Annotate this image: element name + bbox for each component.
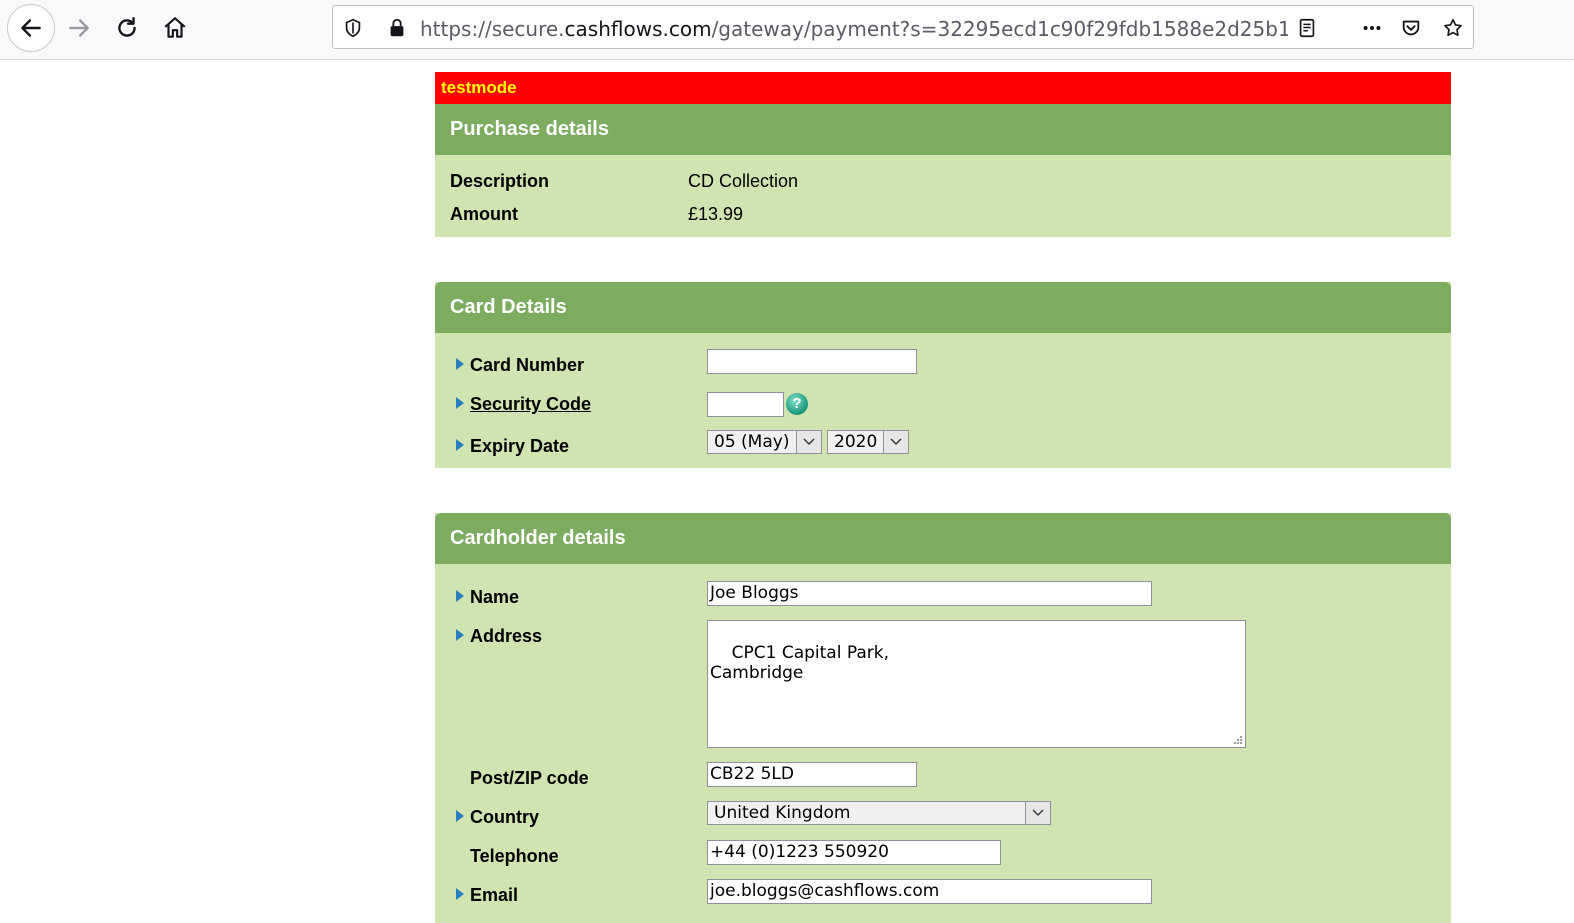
postcode-input[interactable]: CB22 5LD — [707, 762, 917, 787]
home-icon — [164, 17, 186, 38]
country-label: Country — [470, 807, 539, 827]
more-actions-icon[interactable] — [1357, 16, 1387, 40]
bookmark-star-icon[interactable] — [1441, 16, 1465, 40]
chevron-down-icon — [796, 431, 821, 453]
card-details-title: Card Details — [435, 282, 1451, 333]
reader-view-icon[interactable] — [1295, 16, 1319, 40]
pocket-icon[interactable] — [1399, 16, 1423, 40]
chevron-down-icon — [1025, 802, 1050, 824]
card-details-panel: Card Details Card Number Security Code ?… — [435, 282, 1451, 468]
url-prefix: https://secure. — [420, 17, 565, 41]
email-input[interactable]: joe.bloggs@cashflows.com — [707, 879, 1152, 904]
description-label: Description — [450, 171, 550, 191]
card-number-label: Card Number — [470, 355, 585, 375]
bullet-arrow-icon — [456, 810, 464, 822]
address-value: CPC1 Capital Park, Cambridge — [710, 643, 889, 683]
url-host: cashflows.com — [564, 17, 712, 41]
purchase-details-panel: Purchase details Description CD Collecti… — [435, 104, 1451, 237]
bullet-arrow-icon — [456, 888, 464, 900]
forward-button[interactable] — [57, 6, 101, 50]
country-select[interactable]: United Kingdom — [707, 801, 1051, 825]
amount-label: Amount — [450, 204, 518, 224]
security-code-link[interactable]: Security Code — [470, 394, 591, 415]
cardholder-details-title: Cardholder details — [435, 513, 1451, 564]
bullet-arrow-icon — [456, 397, 464, 409]
resize-grip-icon[interactable] — [1232, 734, 1242, 744]
purchase-details-title: Purchase details — [435, 104, 1451, 155]
expiry-month-value: 05 (May) — [714, 432, 790, 452]
bullet-arrow-icon — [456, 358, 464, 370]
cardholder-details-panel: Cardholder details Name Joe Bloggs Addre… — [435, 513, 1451, 923]
arrow-right-icon — [69, 19, 89, 37]
chevron-down-icon — [883, 431, 908, 453]
back-button[interactable] — [7, 4, 55, 52]
expiry-year-select[interactable]: 2020 — [827, 430, 909, 454]
description-value: CD Collection — [688, 171, 799, 191]
bullet-arrow-icon — [456, 629, 464, 641]
home-button[interactable] — [153, 6, 197, 50]
browser-toolbar: https://secure.cashflows.com/gateway/pay… — [0, 0, 1574, 60]
telephone-input[interactable]: +44 (0)1223 550920 — [707, 840, 1001, 865]
expiry-year-value: 2020 — [834, 432, 878, 452]
expiry-month-select[interactable]: 05 (May) — [707, 430, 822, 454]
shield-icon[interactable] — [341, 16, 365, 40]
postcode-label: Post/ZIP code — [470, 768, 589, 788]
testmode-banner: testmode — [435, 72, 1451, 104]
country-value: United Kingdom — [714, 803, 851, 823]
reload-icon — [118, 17, 136, 37]
email-label: Email — [470, 885, 519, 905]
name-label: Name — [470, 587, 520, 607]
bullet-arrow-icon — [456, 590, 464, 602]
security-code-input[interactable] — [707, 392, 784, 417]
url-bar[interactable]: https://secure.cashflows.com/gateway/pay… — [332, 5, 1474, 49]
arrow-left-icon — [21, 19, 41, 37]
telephone-label: Telephone — [470, 846, 559, 866]
url-path: /gateway/payment?s=32295ecd1c90f29fdb158… — [711, 17, 1288, 41]
lock-icon[interactable] — [385, 16, 409, 40]
help-icon[interactable]: ? — [786, 393, 808, 415]
url-text[interactable]: https://secure.cashflows.com/gateway/pay… — [420, 16, 1288, 42]
address-textarea[interactable]: CPC1 Capital Park, Cambridge — [707, 620, 1246, 748]
address-label: Address — [470, 626, 543, 646]
name-input[interactable]: Joe Bloggs — [707, 581, 1152, 606]
amount-value: £13.99 — [688, 204, 744, 224]
expiry-date-label: Expiry Date — [470, 436, 570, 456]
card-number-input[interactable] — [707, 349, 917, 374]
bullet-arrow-icon — [456, 439, 464, 451]
reload-button[interactable] — [105, 6, 149, 50]
